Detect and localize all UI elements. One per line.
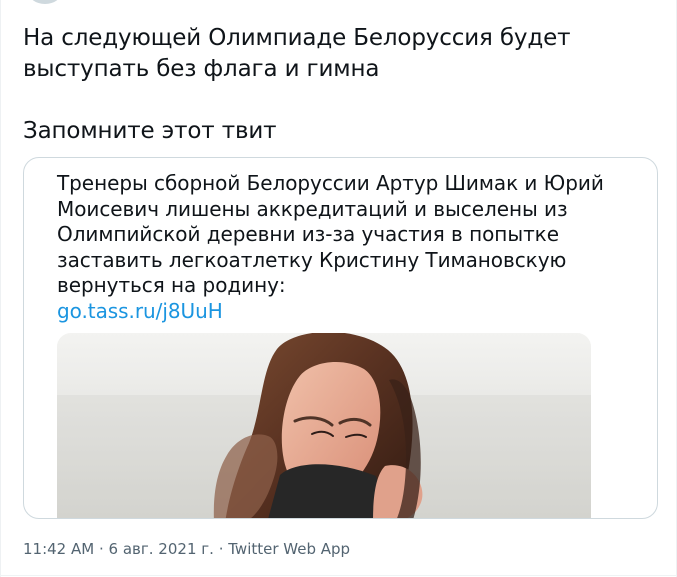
quoted-tweet-text: Тренеры сборной Белоруссии Артур Шимак и… xyxy=(57,171,627,324)
tweet-line: Запомните этот твит xyxy=(23,118,277,144)
tweet-metadata: 11:42 AM · 6 авг. 2021 г. · Twitter Web … xyxy=(23,539,350,559)
tweet-spacer xyxy=(23,85,643,116)
tweet-text: На следующей Олимпиаде Белоруссия будет … xyxy=(23,23,643,147)
quoted-tweet-line: заставить легкоатлетку Кристину Тимановс… xyxy=(57,247,567,272)
quoted-tweet-card[interactable]: Тренеры сборной Белоруссии Артур Шимак и… xyxy=(23,157,658,519)
media-photo xyxy=(57,333,591,518)
quoted-tweet-line: вернуться на родину: xyxy=(57,273,286,297)
tweet-line: выступать без флага и гимна xyxy=(23,56,380,82)
tweet-time[interactable]: 11:42 AM xyxy=(23,540,94,558)
quoted-tweet-line: Олимпийской деревни из-за участия в попы… xyxy=(57,222,559,246)
meta-separator: · xyxy=(98,540,104,558)
quoted-tweet-line: Моисевич лишены аккредитаций и выселены … xyxy=(57,196,568,221)
tweet-divider xyxy=(0,575,677,576)
meta-separator: · xyxy=(218,540,224,558)
media-image[interactable] xyxy=(57,333,591,518)
article-link[interactable]: go.tass.ru/j8UuH xyxy=(57,299,627,325)
tweet-line: На следующей Олимпиаде Белоруссия будет xyxy=(23,25,571,51)
tweet-source[interactable]: Twitter Web App xyxy=(228,540,350,558)
quoted-tweet-line: Тренеры сборной Белоруссии Артур Шимак и… xyxy=(57,171,604,195)
tweet-date[interactable]: 6 авг. 2021 г. xyxy=(109,540,214,558)
